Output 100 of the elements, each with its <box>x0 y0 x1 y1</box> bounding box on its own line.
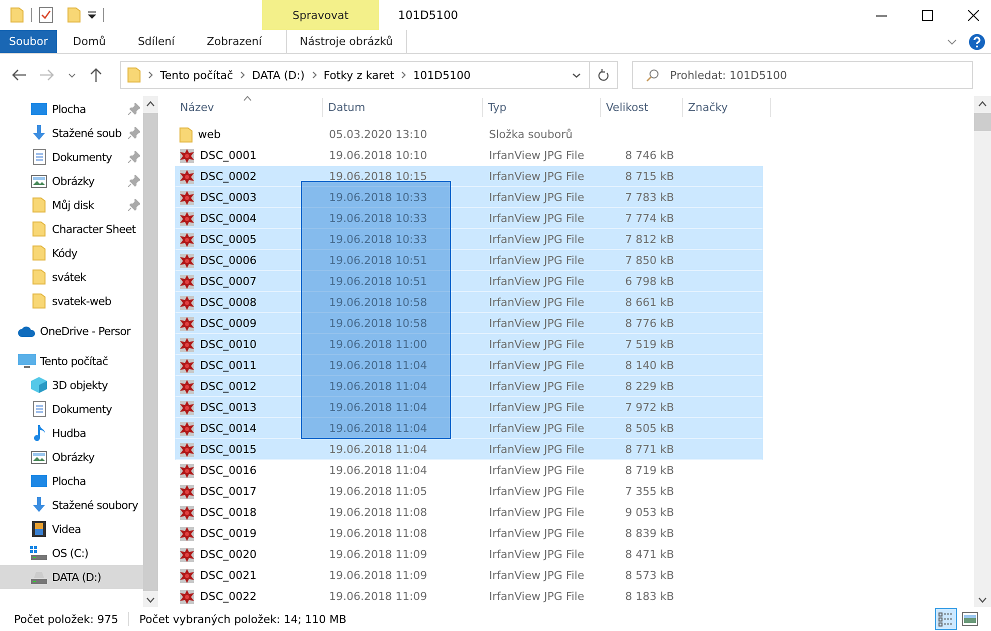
sidebar-item[interactable]: OS (C:) <box>0 541 143 565</box>
sidebar-item[interactable]: Tento počítač <box>0 349 143 373</box>
folder-icon <box>127 67 141 83</box>
ribbon-tab[interactable]: Soubor <box>0 30 57 53</box>
sidebar-item[interactable]: Plocha <box>0 469 143 493</box>
chevron-down-icon[interactable] <box>947 38 957 44</box>
sidebar-item[interactable]: Dokumenty <box>0 145 143 169</box>
file-row[interactable]: DSC_0008 19.06.2018 10:58 IrfanView JPG File 8 661 kB <box>175 292 763 313</box>
file-name: DSC_0012 <box>200 380 257 393</box>
file-row[interactable]: DSC_0007 19.06.2018 10:51 IrfanView JPG File 6 798 kB <box>175 271 763 292</box>
file-name: DSC_0002 <box>200 170 257 183</box>
sidebar-item[interactable]: Dokumenty <box>0 397 143 421</box>
ribbon-tab[interactable]: Nástroje obrázků <box>286 30 407 53</box>
scroll-down-icon[interactable] <box>978 597 987 603</box>
breadcrumb-item[interactable]: Fotky z karet <box>324 68 394 82</box>
sidebar-item[interactable]: Stažené soub <box>0 121 143 145</box>
sidebar-item[interactable]: Kódy <box>0 241 143 265</box>
file-row[interactable]: DSC_0015 19.06.2018 11:04 IrfanView JPG File 8 771 kB <box>175 439 763 460</box>
date-cell-text: 19.06.2018 10:15 <box>328 170 428 183</box>
sidebar-item[interactable]: DATA (D:) <box>0 565 143 589</box>
column-header[interactable]: Značky <box>683 98 771 117</box>
scrollbar[interactable] <box>974 96 991 607</box>
system-drive-icon <box>30 546 48 560</box>
sidebar-item[interactable]: svátek <box>0 265 143 289</box>
file-row[interactable]: DSC_0003 19.06.2018 10:33 IrfanView JPG File 7 783 kB <box>175 187 763 208</box>
breadcrumb-item[interactable]: Tento počítač <box>160 68 234 82</box>
file-row[interactable]: DSC_0004 19.06.2018 10:33 IrfanView JPG File 7 774 kB <box>175 208 763 229</box>
file-row[interactable]: DSC_0009 19.06.2018 10:58 IrfanView JPG File 8 776 kB <box>175 313 763 334</box>
file-row[interactable]: DSC_0001 19.06.2018 10:10 IrfanView JPG File 8 746 kB <box>175 145 763 166</box>
maximize-icon[interactable] <box>922 10 933 20</box>
column-header[interactable]: Datum <box>323 98 483 117</box>
irfanview-image-icon <box>179 442 195 458</box>
file-row[interactable]: DSC_0019 19.06.2018 11:08 IrfanView JPG File 8 839 kB <box>175 523 763 544</box>
chevron-right-icon <box>312 71 317 79</box>
scroll-down-icon[interactable] <box>146 597 155 603</box>
scroll-up-icon[interactable] <box>146 101 155 107</box>
file-row[interactable]: DSC_0022 19.06.2018 11:09 IrfanView JPG File 8 183 kB <box>175 586 763 607</box>
dropdown-icon[interactable] <box>88 11 96 19</box>
address-bar[interactable]: Tento počítač DATA (D:) Fotky z karet 101D5100 <box>120 61 590 89</box>
type-cell-text: IrfanView JPG File <box>488 569 586 582</box>
sidebar-item[interactable]: Hudba <box>0 421 143 445</box>
file-row[interactable]: DSC_0006 19.06.2018 10:51 IrfanView JPG File 7 850 kB <box>175 250 763 271</box>
file-row[interactable]: DSC_0018 19.06.2018 11:08 IrfanView JPG File 9 053 kB <box>175 502 763 523</box>
back-arrow-icon[interactable] <box>12 69 26 81</box>
file-row[interactable]: DSC_0002 19.06.2018 10:15 IrfanView JPG File 8 715 kB <box>175 166 763 187</box>
irfanview-image-icon <box>179 484 195 500</box>
sidebar-item[interactable]: Stažené soubory <box>0 493 143 517</box>
close-icon[interactable] <box>968 10 979 20</box>
column-header[interactable]: Typ <box>483 98 601 117</box>
type-cell-text: IrfanView JPG File <box>488 401 586 414</box>
chevron-down-icon[interactable] <box>572 72 581 78</box>
file-row[interactable]: DSC_0016 19.06.2018 11:04 IrfanView JPG File 8 719 kB <box>175 460 763 481</box>
sidebar-item[interactable]: svatek-web <box>0 289 143 313</box>
irfanview-image-icon <box>179 358 195 374</box>
file-row[interactable]: DSC_0011 19.06.2018 11:04 IrfanView JPG File 8 140 kB <box>175 355 763 376</box>
refresh-button[interactable] <box>590 61 618 89</box>
search-icon <box>646 69 659 82</box>
file-row[interactable]: DSC_0020 19.06.2018 11:09 IrfanView JPG File 8 471 kB <box>175 544 763 565</box>
chevron-down-icon[interactable] <box>68 72 76 78</box>
monitor-icon <box>31 102 47 116</box>
up-arrow-icon[interactable] <box>90 68 102 82</box>
column-header[interactable]: Velikost <box>601 98 683 117</box>
breadcrumb-item[interactable]: 101D5100 <box>413 68 471 82</box>
file-row[interactable]: DSC_0005 19.06.2018 10:33 IrfanView JPG File 7 812 kB <box>175 229 763 250</box>
properties-check-icon[interactable] <box>39 7 53 23</box>
sidebar-item[interactable]: Můj disk <box>0 193 143 217</box>
type-cell-text: IrfanView JPG File <box>488 212 586 225</box>
search-field[interactable]: Prohledat: 101D5100 <box>632 61 973 89</box>
column-header[interactable]: Název <box>175 98 323 117</box>
ribbon-tab[interactable]: Sdílení <box>122 30 191 53</box>
scroll-thumb[interactable] <box>974 113 991 131</box>
sidebar-item[interactable]: 3D objekty <box>0 373 143 397</box>
item-count: Počet položek: 975 <box>14 612 118 626</box>
scroll-up-icon[interactable] <box>978 101 987 107</box>
irfanview-image-icon <box>179 526 195 542</box>
irfanview-image-icon <box>179 316 195 332</box>
file-row[interactable]: DSC_0013 19.06.2018 11:04 IrfanView JPG File 7 972 kB <box>175 397 763 418</box>
size-cell-text: 8 771 kB <box>624 443 675 456</box>
date-cell-text: 19.06.2018 11:04 <box>328 464 428 477</box>
ribbon-tab[interactable]: Zobrazení <box>190 30 278 53</box>
irfanview-image-icon <box>179 210 195 226</box>
sidebar-item[interactable]: Obrázky <box>0 169 143 193</box>
type-cell-text: IrfanView JPG File <box>488 233 586 246</box>
file-row[interactable]: DSC_0014 19.06.2018 11:04 IrfanView JPG File 8 505 kB <box>175 418 763 439</box>
sidebar-item[interactable]: Character Sheet <box>0 217 143 241</box>
help-icon[interactable] <box>969 34 985 50</box>
breadcrumb-item[interactable]: DATA (D:) <box>252 68 305 82</box>
file-row[interactable]: web 05.03.2020 13:10 Složka souborů <box>175 124 763 145</box>
sidebar-item[interactable]: Videa <box>0 517 143 541</box>
sidebar-item[interactable]: Plocha <box>0 97 143 121</box>
file-row[interactable]: DSC_0010 19.06.2018 11:00 IrfanView JPG File 7 519 kB <box>175 334 763 355</box>
file-row[interactable]: DSC_0012 19.06.2018 11:04 IrfanView JPG File 8 229 kB <box>175 376 763 397</box>
folder-icon <box>32 269 46 285</box>
ribbon-tab[interactable]: Domů <box>56 30 122 53</box>
file-row[interactable]: DSC_0017 19.06.2018 11:05 IrfanView JPG File 7 355 kB <box>175 481 763 502</box>
file-row[interactable]: DSC_0021 19.06.2018 11:09 IrfanView JPG File 8 573 kB <box>175 565 763 586</box>
sidebar-item[interactable]: Obrázky <box>0 445 143 469</box>
details-view-button[interactable] <box>935 608 957 630</box>
sidebar-item[interactable]: OneDrive - Persor <box>0 319 143 343</box>
date-cell-text: 19.06.2018 10:33 <box>328 191 428 204</box>
